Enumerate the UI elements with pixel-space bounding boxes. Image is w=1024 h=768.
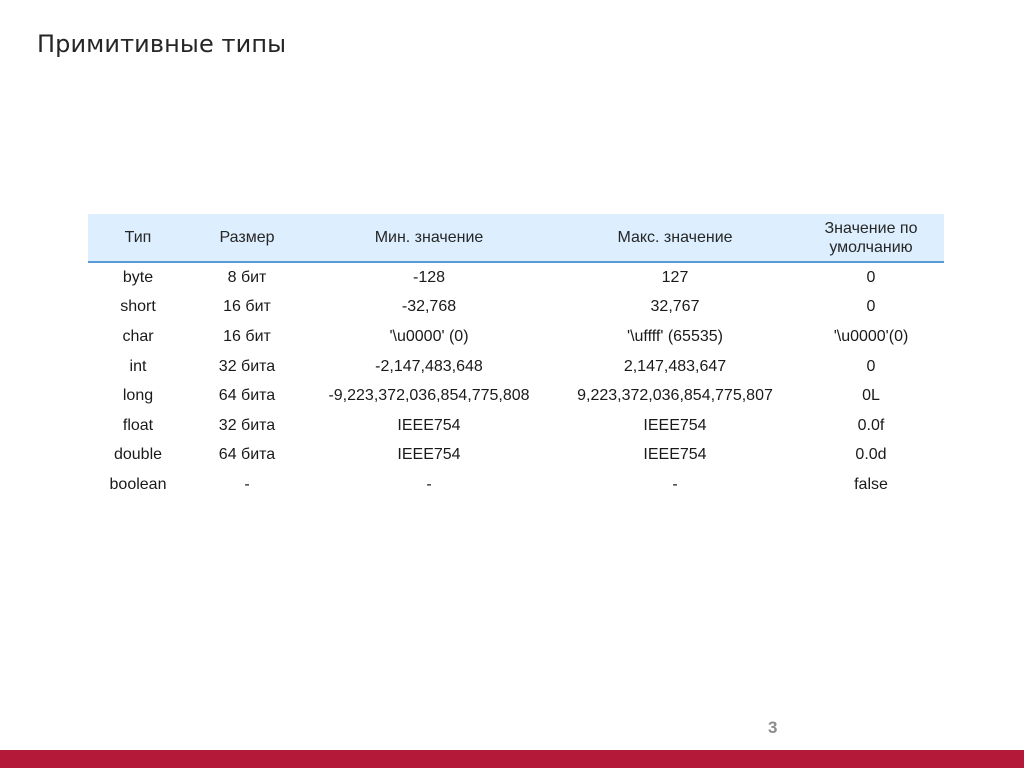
table-header-row: Тип Размер Мин. значение Макс. значение … xyxy=(88,214,944,263)
cell-default: 0 xyxy=(866,298,876,316)
table-row: float 32 бита IEEE754 IEEE754 0.0f xyxy=(88,411,944,441)
header-type: Тип xyxy=(88,214,188,263)
cell-type: char xyxy=(122,327,154,345)
table-row: boolean - - - false xyxy=(88,470,944,500)
header-min-value: Мин. значение xyxy=(306,214,552,263)
cell-size: 8 бит xyxy=(227,268,267,286)
table-row: byte 8 бит -128 127 0 xyxy=(88,262,944,293)
cell-size: 64 бита xyxy=(218,387,276,405)
cell-max: - xyxy=(672,475,678,493)
cell-min: -2,147,483,648 xyxy=(375,357,483,375)
primitive-types-table: Тип Размер Мин. значение Макс. значение … xyxy=(88,214,944,500)
cell-max: 32,767 xyxy=(650,298,700,316)
cell-type: boolean xyxy=(109,475,167,493)
table-row: int 32 бита -2,147,483,648 2,147,483,647… xyxy=(88,352,944,382)
table-body: byte 8 бит -128 127 0 short 16 бит -32,7… xyxy=(88,262,944,500)
cell-min: -32,768 xyxy=(401,298,457,316)
header-max-value: Макс. значение xyxy=(552,214,798,263)
cell-size: 32 бита xyxy=(218,357,276,375)
cell-type: short xyxy=(120,298,156,316)
cell-default: 0.0d xyxy=(855,446,887,464)
cell-min: '\u0000' (0) xyxy=(389,327,469,345)
cell-min: - xyxy=(426,475,432,493)
slide-title: Примитивные типы xyxy=(37,30,287,58)
slide: Примитивные типы Тип Размер Мин. значени… xyxy=(0,0,1024,768)
cell-min: IEEE754 xyxy=(397,446,461,464)
cell-max: 9,223,372,036,854,775,807 xyxy=(577,387,773,405)
cell-max: IEEE754 xyxy=(643,446,707,464)
cell-max: IEEE754 xyxy=(643,416,707,434)
cell-size: 32 бита xyxy=(218,416,276,434)
cell-type: double xyxy=(113,446,163,464)
cell-type: float xyxy=(122,416,154,434)
header-default-value: Значение по умолчанию xyxy=(798,214,944,263)
table-row: short 16 бит -32,768 32,767 0 xyxy=(88,293,944,323)
cell-max: 127 xyxy=(661,268,689,286)
cell-type: byte xyxy=(122,268,154,286)
cell-size: - xyxy=(244,475,250,493)
cell-default: 0 xyxy=(866,268,876,286)
footer-bar xyxy=(0,750,1024,768)
cell-min: -128 xyxy=(412,268,446,286)
cell-type: long xyxy=(122,387,154,405)
cell-max: '\uffff' (65535) xyxy=(627,327,723,345)
cell-default: 0 xyxy=(866,357,876,375)
cell-max: 2,147,483,647 xyxy=(623,357,727,375)
cell-size: 16 бит xyxy=(223,327,271,345)
cell-default: 0L xyxy=(862,387,880,405)
table-row: char 16 бит '\u0000' (0) '\uffff' (65535… xyxy=(88,322,944,352)
cell-min: -9,223,372,036,854,775,808 xyxy=(328,387,530,405)
page-number: 3 xyxy=(768,718,778,737)
header-size: Размер xyxy=(188,214,306,263)
table-row: double 64 бита IEEE754 IEEE754 0.0d xyxy=(88,441,944,471)
table-row: long 64 бита -9,223,372,036,854,775,808 … xyxy=(88,381,944,411)
cell-size: 64 бита xyxy=(218,446,276,464)
cell-default: '\u0000'(0) xyxy=(833,327,909,345)
cell-type: int xyxy=(129,357,147,375)
cell-min: IEEE754 xyxy=(397,416,461,434)
table-header: Тип Размер Мин. значение Макс. значение … xyxy=(88,214,944,263)
cell-size: 16 бит xyxy=(223,298,271,316)
cell-default: false xyxy=(854,475,888,493)
cell-default: 0.0f xyxy=(857,416,885,434)
